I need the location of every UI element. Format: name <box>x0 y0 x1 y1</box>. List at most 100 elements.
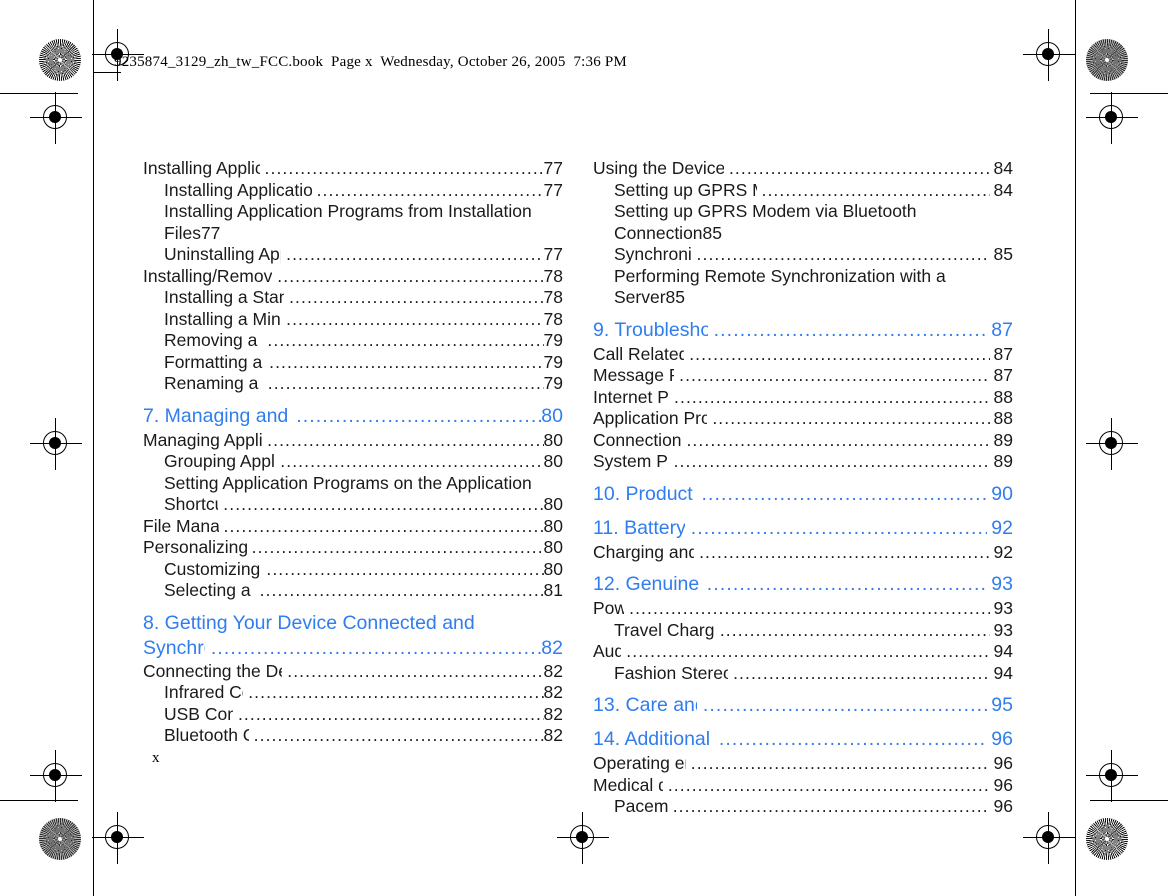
toc-entry-page-number: 96 <box>993 796 1013 816</box>
registration-crosshair-bottom-right <box>1023 812 1075 864</box>
toc-entry[interactable]: Message Problems .......................… <box>593 365 1013 387</box>
toc-leader-dots: ........................................… <box>673 451 990 471</box>
toc-leader-dots: ........................................… <box>269 351 544 372</box>
toc-entry[interactable]: Installing a Mini SD Memory Card .......… <box>164 309 563 331</box>
toc-entry[interactable]: Customizing User Profiles ..............… <box>164 559 563 581</box>
toc-leader-dots: ........................................… <box>223 515 544 536</box>
toc-entry-title-text: Power <box>593 598 625 618</box>
toc-leader-dots: ........................................… <box>696 244 990 264</box>
toc-entry[interactable]: Medical devices ........................… <box>593 775 1013 797</box>
toc-entry[interactable]: Pacemakers .............................… <box>614 796 1013 818</box>
toc-entry-title-continuation: Shortcut Bar ...........................… <box>164 494 563 516</box>
toc-entry[interactable]: Internet Problems ......................… <box>593 387 1013 409</box>
toc-entry[interactable]: Uninstalling Application Programs ......… <box>164 244 563 266</box>
toc-entry-title-text: Message Problems <box>593 365 674 385</box>
toc-entry[interactable]: Managing Application Programs ..........… <box>143 430 563 452</box>
toc-entry[interactable]: Installing/Removing a Memory Card ......… <box>143 266 563 288</box>
toc-leader-dots: ........................................… <box>667 774 990 795</box>
toc-leader-dots: ........................................… <box>280 451 544 471</box>
toc-entry[interactable]: Connecting the Device to Other Devices .… <box>143 661 563 683</box>
toc-entry[interactable]: Operating environment ..................… <box>593 753 1013 775</box>
toc-entry[interactable]: Installing a Standard Memory Card ......… <box>164 287 563 309</box>
registration-crosshair-right-upper <box>1086 92 1138 144</box>
toc-entry-page-number: 77 <box>543 244 563 264</box>
toc-entry-page-number: 89 <box>993 451 1013 471</box>
toc-leader-dots: ........................................… <box>286 244 543 264</box>
toc-entry-title-text: 12. Genuine Enhancements <box>593 573 701 595</box>
toc-chapter-entry[interactable]: 12. Genuine Enhancements ...............… <box>593 572 1013 597</box>
toc-chapter-entry[interactable]: 7. Managing and Personalizing Your Devic… <box>143 404 563 429</box>
crop-rule-top-right <box>1090 93 1168 95</box>
toc-entry[interactable]: USB Connection .........................… <box>164 704 563 726</box>
crop-rule-top-left <box>0 93 78 95</box>
toc-entry[interactable]: Setting up GPRS Modem via USB Connection… <box>614 180 1013 202</box>
toc-entry-page-number: 78 <box>543 308 563 329</box>
toc-entry[interactable]: Selecting a User Profile ...............… <box>164 580 563 602</box>
toc-entry[interactable]: Bluetooth Connection ...................… <box>164 725 563 747</box>
toc-leader-dots: ........................................… <box>286 308 543 329</box>
toc-entry[interactable]: Travel Charger (AC-1001C) ..............… <box>614 620 1013 642</box>
toc-entry[interactable]: Power ..................................… <box>593 598 1013 620</box>
toc-entry-page-number: 80 <box>543 429 563 450</box>
toc-chapter-entry[interactable]: 10. Product Specifications .............… <box>593 482 1013 507</box>
toc-entry[interactable]: Formatting a Memory Card ...............… <box>164 352 563 374</box>
toc-entry-page-number: 82 <box>543 660 563 681</box>
toc-leader-dots: ........................................… <box>761 179 990 200</box>
toc-entry[interactable]: Installing Application Programs from the… <box>164 180 563 202</box>
toc-entry[interactable]: Call Related Problems ..................… <box>593 344 1013 366</box>
toc-leader-dots: ........................................… <box>253 725 544 745</box>
toc-leader-dots: ........................................… <box>237 703 544 724</box>
toc-entry-title-text: Installing Application Programs <box>143 158 260 178</box>
toc-chapter-entry[interactable]: 9. Troubleshooting Information .........… <box>593 318 1013 343</box>
density-star-target-top-left <box>39 39 81 81</box>
toc-entry[interactable]: Renaming a Memory Card .................… <box>164 373 563 395</box>
toc-entry[interactable]: Using the Device as a GPRS Modem .......… <box>593 158 1013 180</box>
toc-entry[interactable]: Infrared Connection ....................… <box>164 682 563 704</box>
toc-chapter-entry[interactable]: 11. Battery information ................… <box>593 516 1013 541</box>
toc-entry-title-text: 11. Battery information <box>593 516 686 539</box>
toc-entry-title-text: Connection Problems <box>593 429 682 450</box>
toc-entry-page-number: 82 <box>543 682 563 702</box>
toc-entry[interactable]: System Problems ........................… <box>593 451 1013 473</box>
toc-leader-dots: ........................................… <box>296 404 541 427</box>
toc-chapter-entry[interactable]: 8. Getting Your Device Connected and Sync… <box>143 611 563 661</box>
toc-entry[interactable]: Setting Application Programs on the Appl… <box>143 473 563 516</box>
toc-entry-page-number: 78 <box>543 287 563 307</box>
toc-entry-page-number: 85 <box>702 222 723 243</box>
toc-entry-title-text: Setting Application Programs on the Appl… <box>164 472 532 493</box>
toc-entry-page-number: 79 <box>543 330 563 350</box>
crop-rule-header <box>93 72 121 74</box>
toc-entry-page-number: 80 <box>543 515 563 536</box>
toc-entry[interactable]: Installing Application Programs from Ins… <box>164 201 563 244</box>
registration-crosshair-left-lower <box>30 750 82 802</box>
crop-rule-bottom-left <box>0 800 78 802</box>
toc-entry[interactable]: File Management ........................… <box>143 516 563 538</box>
toc-entry-page-number: 94 <box>993 641 1013 661</box>
toc-leader-dots: ........................................… <box>267 330 544 350</box>
toc-leader-dots: ........................................… <box>713 318 988 341</box>
registration-crosshair-right-middle <box>1086 418 1138 470</box>
toc-entry[interactable]: Setting up GPRS Modem via Bluetooth Conn… <box>614 201 1013 244</box>
toc-entry[interactable]: Installing Application Programs ........… <box>143 158 563 180</box>
toc-entry[interactable]: Charging and discharging ...............… <box>593 542 1013 564</box>
toc-entry[interactable]: Grouping Application Programs ..........… <box>164 451 563 473</box>
toc-chapter-entry[interactable]: 13. Care and Maintenance ...............… <box>593 693 1013 718</box>
toc-entry[interactable]: Personalizing Your Device ..............… <box>143 537 563 559</box>
toc-entry[interactable]: Application Program Problems ...........… <box>593 408 1013 430</box>
toc-entry[interactable]: Fashion Stereo Headset (HS-46) .........… <box>614 663 1013 685</box>
toc-entry-title-text: Uninstalling Application Programs <box>164 244 281 264</box>
toc-entry[interactable]: Performing Remote Synchronization with a… <box>614 266 1013 309</box>
toc-entry-title-text: Travel Charger (AC-1001C) <box>614 619 715 640</box>
toc-chapter-entry[interactable]: 14. Additional Safety Information ......… <box>593 727 1013 752</box>
toc-leader-dots: ........................................… <box>674 386 990 407</box>
toc-entry-title-text: 14. Additional Safety Information <box>593 728 713 750</box>
toc-entry[interactable]: Audio ..................................… <box>593 641 1013 663</box>
toc-leader-dots: ........................................… <box>679 365 990 385</box>
toc-entry[interactable]: Connection Problems ....................… <box>593 430 1013 452</box>
toc-entry[interactable]: Synchronizing Data .....................… <box>614 244 1013 266</box>
density-star-target-bottom-right <box>1086 818 1128 860</box>
toc-entry[interactable]: Removing a Memory Card .................… <box>164 330 563 352</box>
registration-crosshair-right-lower <box>1086 750 1138 802</box>
toc-entry-page-number: 96 <box>993 753 1013 773</box>
toc-leader-dots: ........................................… <box>728 158 990 178</box>
